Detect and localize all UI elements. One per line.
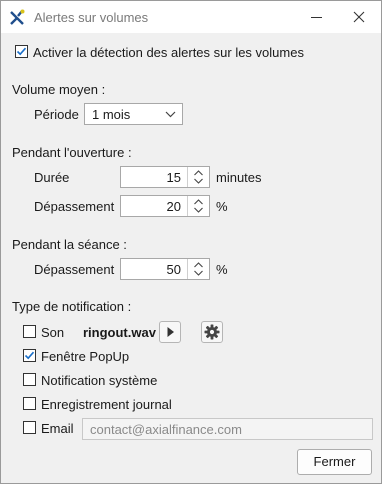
system-notification-label[interactable]: Notification système <box>41 373 157 388</box>
play-sound-button[interactable] <box>159 321 181 343</box>
depassement-ouverture-label: Dépassement <box>34 199 115 214</box>
volume-moyen-heading: Volume moyen : <box>12 82 106 97</box>
minimize-icon <box>311 17 322 18</box>
sound-file-name: ringout.wav <box>83 325 156 340</box>
notification-heading: Type de notification : <box>12 299 132 314</box>
close-icon <box>353 11 365 23</box>
email-placeholder: contact@axialfinance.com <box>90 422 242 437</box>
email-field[interactable]: contact@axialfinance.com <box>82 418 373 440</box>
sound-settings-button[interactable] <box>201 321 223 343</box>
depassement-ouverture-unit: % <box>216 199 228 214</box>
journal-label[interactable]: Enregistrement journal <box>41 397 172 412</box>
play-icon <box>167 327 174 337</box>
stepper-arrows-icon <box>194 199 203 213</box>
son-checkbox[interactable] <box>23 325 36 338</box>
period-select[interactable]: 1 mois <box>84 103 183 125</box>
duree-stepper[interactable]: 15 <box>120 166 210 188</box>
duree-unit: minutes <box>216 170 262 185</box>
seance-heading: Pendant la séance : <box>12 237 127 252</box>
stepper-arrows-icon <box>194 170 203 184</box>
stepper-arrows-icon <box>194 262 203 276</box>
check-icon <box>24 351 35 360</box>
duree-label: Durée <box>34 170 70 185</box>
close-button[interactable]: Fermer <box>297 449 372 475</box>
minimize-button[interactable] <box>307 7 327 27</box>
check-icon <box>16 47 27 56</box>
enable-detection-label[interactable]: Activer la détection des alertes sur les… <box>33 45 304 60</box>
stepper-arrows[interactable] <box>187 167 209 187</box>
app-logo-icon <box>10 9 25 25</box>
window-title: Alertes sur volumes <box>34 10 149 25</box>
depassement-ouverture-value: 20 <box>166 199 181 214</box>
depassement-seance-stepper[interactable]: 50 <box>120 258 210 280</box>
enable-detection-checkbox[interactable] <box>15 45 28 58</box>
stepper-arrows[interactable] <box>187 259 209 279</box>
email-label[interactable]: Email <box>41 421 74 436</box>
email-checkbox[interactable] <box>23 421 36 434</box>
popup-label[interactable]: Fenêtre PopUp <box>41 349 129 364</box>
journal-checkbox[interactable] <box>23 397 36 410</box>
popup-checkbox[interactable] <box>23 349 36 362</box>
son-label[interactable]: Son <box>41 325 64 340</box>
system-notification-checkbox[interactable] <box>23 373 36 386</box>
period-value: 1 mois <box>92 107 131 122</box>
gear-icon <box>204 324 220 340</box>
stepper-arrows[interactable] <box>187 196 209 216</box>
close-window-button[interactable] <box>349 7 369 27</box>
depassement-ouverture-stepper[interactable]: 20 <box>120 195 210 217</box>
ouverture-heading: Pendant l'ouverture : <box>12 145 132 160</box>
depassement-seance-unit: % <box>216 262 228 277</box>
depassement-seance-value: 50 <box>166 262 181 277</box>
alert-dialog: Alertes sur volumes Activer la détection… <box>0 0 382 484</box>
period-label: Période <box>34 107 79 122</box>
depassement-seance-label: Dépassement <box>34 262 115 277</box>
duree-value: 15 <box>166 170 181 185</box>
title-bar: Alertes sur volumes <box>1 1 381 33</box>
chevron-down-icon <box>165 111 176 118</box>
